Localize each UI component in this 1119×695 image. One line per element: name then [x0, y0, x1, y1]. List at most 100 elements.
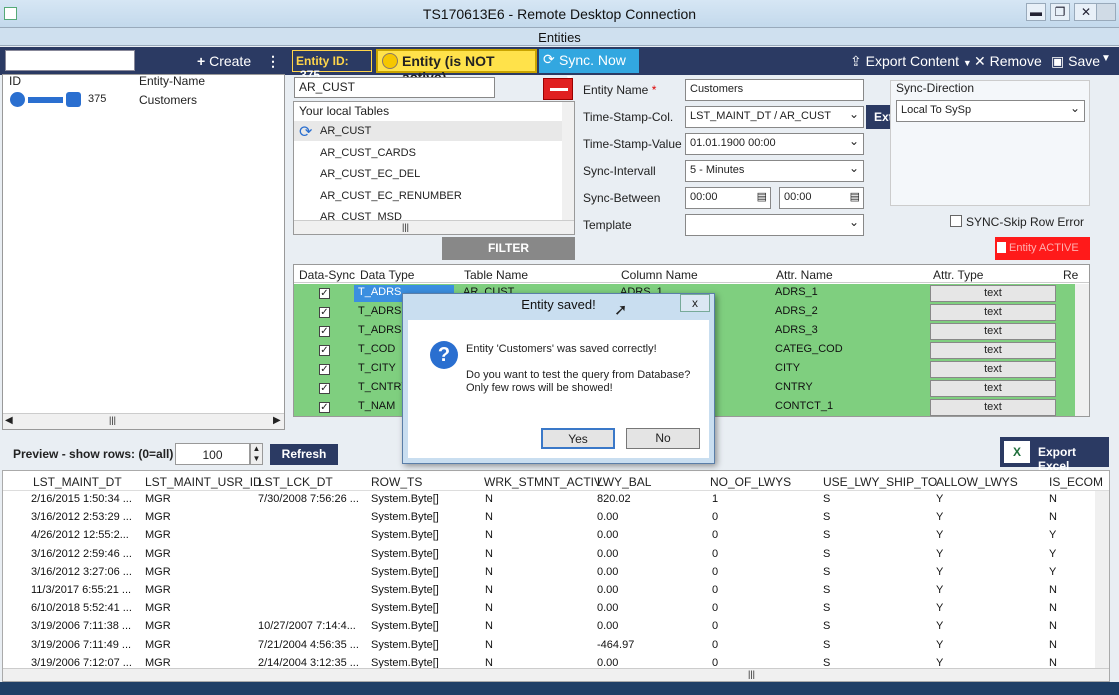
preview-cell: S	[823, 656, 831, 669]
close-button[interactable]: ✕	[1074, 3, 1098, 21]
horizontal-scrollbar[interactable]: ◀ ||| ▶	[3, 413, 284, 429]
warning-icon	[382, 53, 398, 69]
sync-checkbox[interactable]: ✓	[319, 383, 330, 394]
vertical-scrollbar[interactable]	[1095, 491, 1109, 668]
preview-cell: Y	[936, 565, 944, 578]
preview-cell: 0	[712, 529, 719, 542]
minimize-button[interactable]: ▬	[1026, 3, 1046, 21]
vertical-scrollbar[interactable]	[562, 102, 574, 220]
horizontal-scrollbar[interactable]: |||	[3, 668, 1109, 681]
sync-target-icon	[66, 92, 81, 107]
col-header: Attr. Name	[776, 268, 833, 282]
entity-list	[2, 74, 285, 430]
scroll-icon	[1096, 3, 1116, 21]
sync-direction-select[interactable]: Local To SySp	[896, 100, 1085, 122]
disk-icon: ▣	[1051, 53, 1065, 69]
dialog-no-button[interactable]: No	[626, 428, 700, 449]
chevron-down-icon: ▼	[962, 58, 972, 68]
attr-type-button[interactable]: text	[930, 361, 1056, 378]
preview-cell: System.Byte[]	[371, 529, 439, 542]
sync-direction-value: Local To SySp	[901, 104, 972, 116]
ts-value-picker[interactable]: 01.01.1900 00:00	[685, 133, 864, 155]
preview-cell: N	[485, 511, 493, 524]
preview-cell: 3/16/2012 2:53:29 ...	[31, 511, 132, 524]
skip-error-checkbox[interactable]	[950, 215, 962, 227]
rows-stepper[interactable]: ▲ ▼	[250, 443, 263, 465]
attr-type-button[interactable]: text	[930, 380, 1056, 397]
ts-value-text: 01.01.1900 00:00	[690, 137, 776, 149]
attr-type-button[interactable]: text	[930, 342, 1056, 359]
between-from-value: 00:00	[690, 191, 718, 203]
save-button[interactable]: ▣ Save	[1051, 53, 1100, 70]
sync-checkbox[interactable]: ✓	[319, 307, 330, 318]
sync-checkbox[interactable]: ✓	[319, 326, 330, 337]
data-type-cell: T_CITY	[358, 362, 396, 374]
table-item[interactable]: AR_CUST	[320, 125, 371, 137]
dialog-close-button[interactable]: x	[680, 294, 710, 312]
col-header: Table Name	[464, 268, 529, 282]
create-button[interactable]: + Create	[197, 53, 251, 69]
preview-cell: N	[485, 529, 493, 542]
entity-list-row[interactable]: 375 Customers	[3, 90, 283, 110]
attr-type-button[interactable]: text	[930, 285, 1056, 302]
sync-checkbox[interactable]: ✓	[319, 345, 330, 356]
entity-active-toggle[interactable]: Entity ACTIVE	[995, 237, 1090, 260]
dialog-yes-button[interactable]: Yes	[541, 428, 615, 449]
chevron-down-icon[interactable]: ▼	[1101, 53, 1111, 64]
col-header: WRK_STMNT_ACTIV	[484, 475, 603, 489]
ts-col-label: Time-Stamp-Col.	[583, 110, 674, 124]
sync-now-button[interactable]: ⟳ Sync. Now ▼	[539, 49, 639, 83]
attr-name-cell: ADRS_1	[775, 286, 818, 298]
entity-list-col-name: Entity-Name	[139, 74, 206, 88]
table-item[interactable]: AR_CUST_CARDS	[320, 147, 416, 159]
attr-type-button[interactable]: text	[930, 323, 1056, 340]
attr-name-cell: CNTRY	[775, 381, 813, 393]
attr-type-button[interactable]: text	[930, 399, 1056, 416]
entity-search-input[interactable]	[5, 50, 135, 71]
filter-button[interactable]: FILTER	[442, 237, 575, 260]
export-content-button[interactable]: ⇪ Export Content ▼	[850, 53, 972, 70]
preview-cell: N	[1049, 493, 1057, 505]
preview-cell: Y	[1049, 565, 1057, 578]
template-select[interactable]	[685, 214, 864, 236]
table-search-input[interactable]: AR_CUST	[294, 77, 495, 98]
table-item[interactable]: AR_CUST_EC_DEL	[320, 168, 420, 180]
more-menu-icon[interactable]: ⋮	[266, 53, 280, 70]
restore-button[interactable]: ❐	[1050, 3, 1070, 21]
entity-name-label-text: Entity Name	[583, 83, 649, 97]
col-header: ROW_TS	[371, 475, 423, 489]
preview-cell: MGR	[145, 565, 171, 578]
attr-type-button[interactable]: text	[930, 304, 1056, 321]
preview-cell: N	[485, 584, 493, 596]
excel-icon: X	[1004, 441, 1030, 463]
sync-checkbox[interactable]: ✓	[319, 364, 330, 375]
refresh-button[interactable]: Refresh	[270, 444, 338, 465]
app-title: Entities	[538, 30, 581, 45]
between-from-input[interactable]: 00:00 ▤	[685, 187, 771, 209]
export-excel-button[interactable]: X Export Excel	[1000, 437, 1109, 473]
preview-cell: 0	[712, 602, 719, 615]
interval-select[interactable]: 5 - Minutes	[685, 160, 864, 182]
remove-table-button[interactable]	[543, 78, 573, 100]
table-item[interactable]: AR_CUST_EC_RENUMBER	[320, 190, 462, 202]
entity-id-label: Entity ID:	[296, 54, 349, 68]
preview-cell: MGR	[145, 656, 171, 669]
clock-icon: ▤	[756, 191, 767, 203]
preview-cell: S	[823, 620, 831, 633]
entity-name-input[interactable]: Customers	[685, 79, 864, 101]
preview-cell: N	[485, 547, 493, 560]
preview-cell: 0.00	[597, 584, 619, 596]
rows-count-input[interactable]: 100	[175, 443, 250, 465]
horizontal-scrollbar[interactable]: |||	[294, 220, 574, 234]
ts-col-select[interactable]: LST_MAINT_DT / AR_CUST	[685, 106, 864, 128]
attr-name-cell: ADRS_2	[775, 305, 818, 317]
remove-button[interactable]: ✕ Remove	[974, 53, 1042, 70]
vertical-scrollbar[interactable]	[1075, 284, 1089, 416]
between-to-input[interactable]: 00:00 ▤	[779, 187, 864, 209]
preview-cell: S	[823, 547, 831, 560]
preview-cell: N	[485, 565, 493, 578]
sync-checkbox[interactable]: ✓	[319, 288, 330, 299]
preview-cell: MGR	[145, 584, 171, 596]
sync-checkbox[interactable]: ✓	[319, 402, 330, 413]
preview-cell: Y	[936, 493, 944, 505]
